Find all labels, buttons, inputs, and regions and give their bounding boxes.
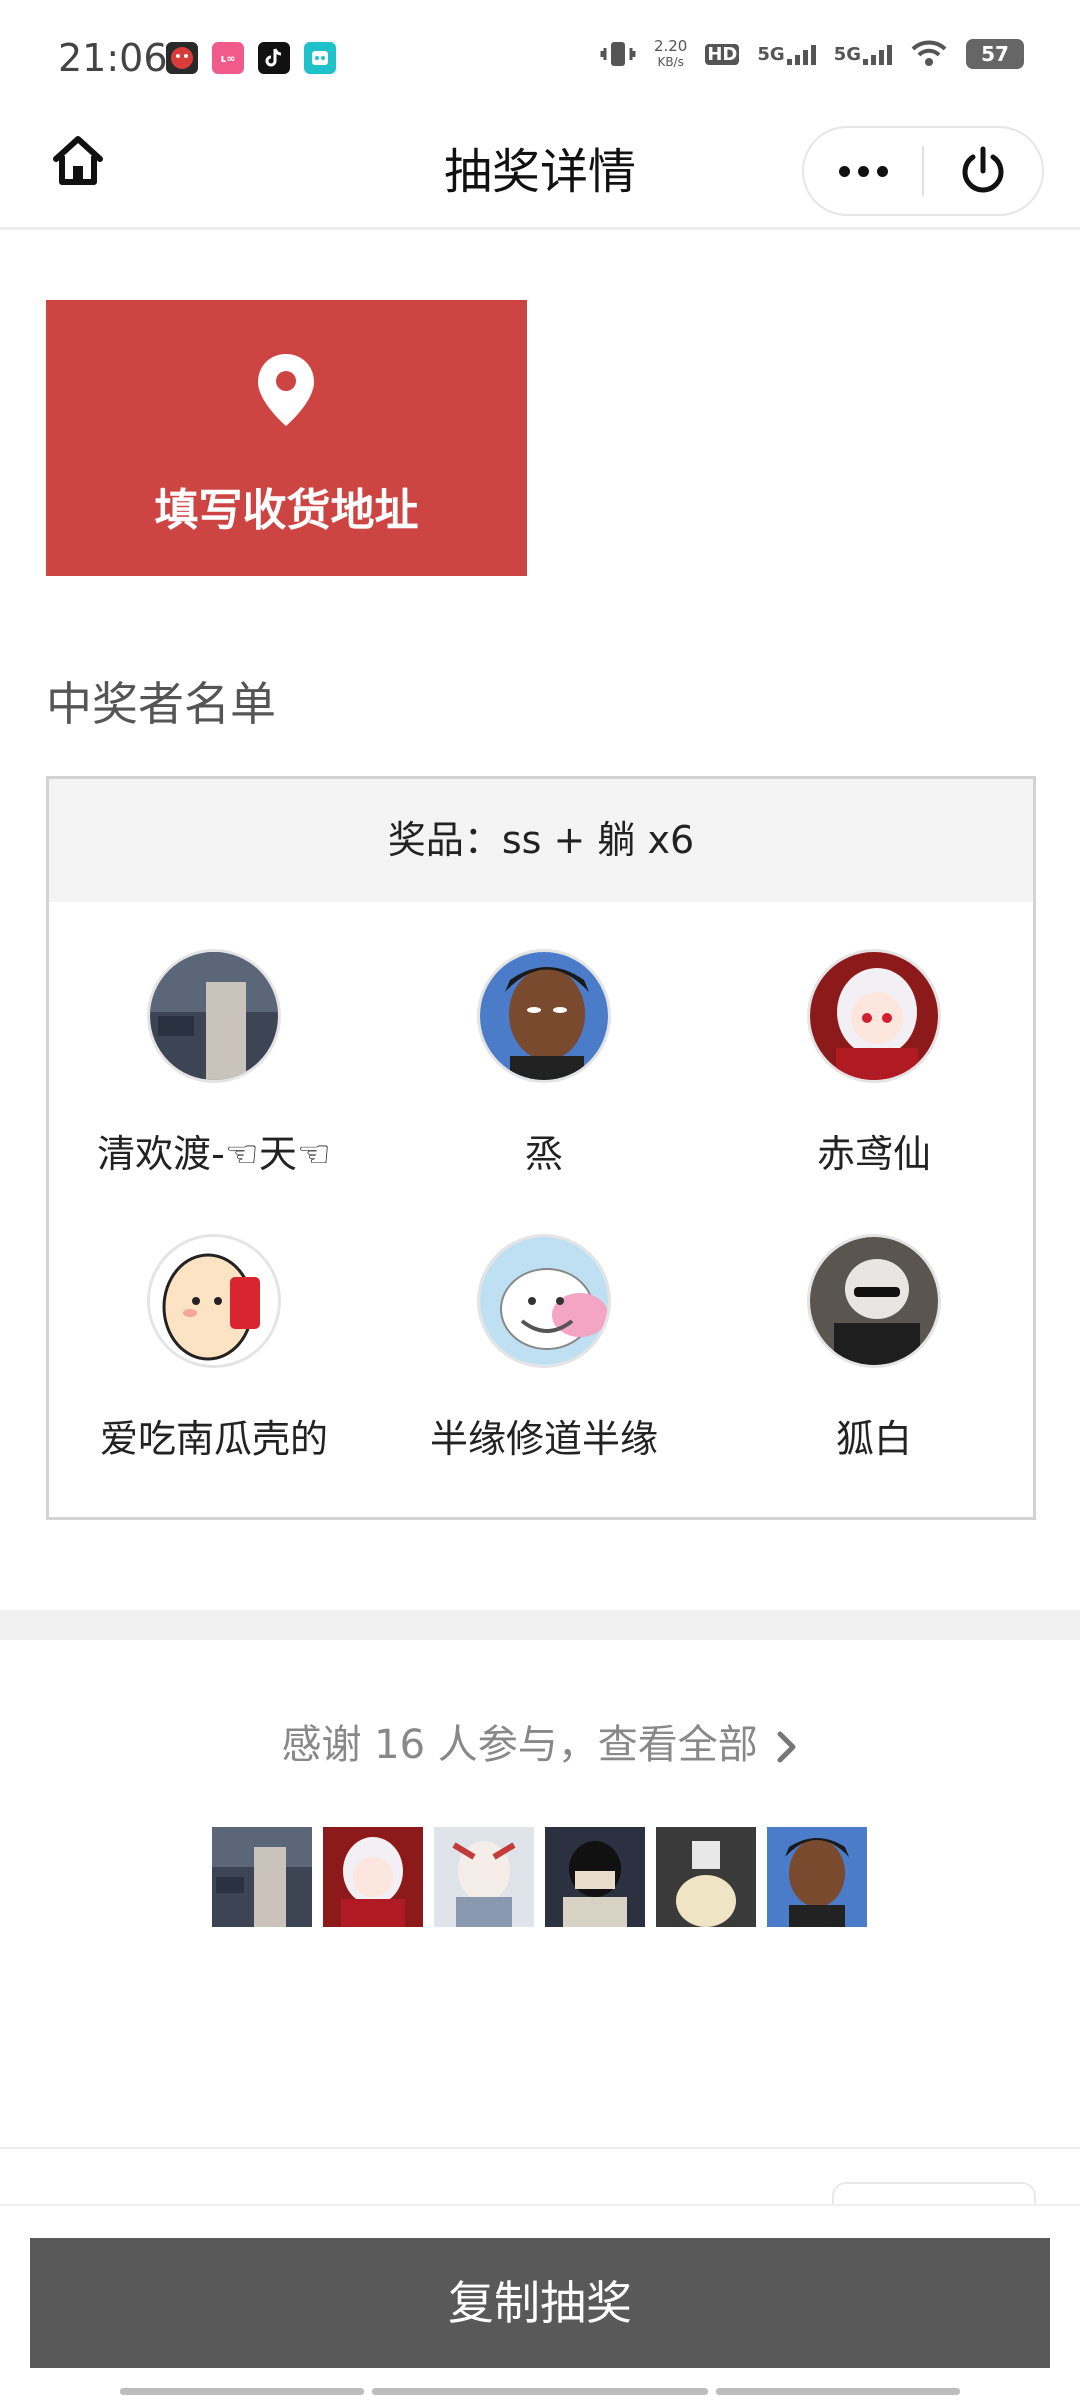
wifi-icon: [911, 40, 947, 66]
net-speed: 2.20 KB/s: [654, 38, 687, 70]
winner-item[interactable]: 半缘修道半缘: [379, 1234, 709, 1463]
participant-avatar[interactable]: [212, 1827, 312, 1927]
winner-item[interactable]: 爱吃南瓜壳的: [49, 1234, 379, 1463]
winner-name: 烝: [524, 1132, 563, 1176]
winner-item[interactable]: 烝: [379, 949, 709, 1178]
participant-avatar[interactable]: [434, 1827, 534, 1927]
winner-name: 清欢渡-☜天☜: [97, 1132, 331, 1176]
winner-item[interactable]: 狐白: [709, 1234, 1039, 1463]
avatar: [477, 1234, 611, 1368]
mini-program-capsule: [802, 126, 1044, 216]
winner-name: 赤鸢仙: [816, 1132, 931, 1176]
gesture-bar: [120, 2388, 364, 2395]
signal-bars-icon: [786, 43, 816, 65]
home-icon: [53, 136, 103, 185]
avatar: [147, 1234, 281, 1368]
copy-lottery-button[interactable]: 复制抽奖: [30, 2238, 1050, 2368]
participant-avatar[interactable]: [545, 1827, 645, 1927]
gesture-bar: [372, 2388, 708, 2395]
status-app-icons: ʟ∞: [166, 42, 336, 74]
section-divider: [0, 1610, 1080, 1640]
power-icon: [962, 146, 1004, 193]
footer-divider: [0, 2147, 1080, 2149]
status-bar: 21:06 ʟ∞ 2.20 KB/s HD 5G 5G 57: [0, 0, 1080, 116]
tiktok-icon: [258, 42, 290, 74]
location-pin-icon: [258, 354, 314, 426]
vibrate-icon: [600, 42, 636, 66]
participant-avatar[interactable]: [323, 1827, 423, 1927]
hd-badge: HD: [705, 43, 740, 65]
sim2-label: 5G: [833, 44, 861, 65]
avatar: [147, 949, 281, 1083]
participant-thumbnails: [212, 1827, 867, 1927]
home-button[interactable]: [42, 124, 114, 196]
participants-thanks-text: 感谢 16 人参与，查看全部: [281, 1722, 758, 1768]
chevron-right-icon: [777, 1731, 796, 1763]
prize-header: 奖品：ss + 躺 x6: [49, 779, 1033, 902]
app-icon-pink: ʟ∞: [212, 42, 244, 74]
fill-address-card[interactable]: 填写收货地址: [46, 300, 527, 576]
app-icon-teal: [304, 42, 336, 74]
more-button[interactable]: [804, 126, 922, 216]
participant-avatar[interactable]: [656, 1827, 756, 1927]
signal-bars-icon: [863, 43, 892, 65]
view-all-participants-link[interactable]: 感谢 16 人参与，查看全部: [0, 1712, 1080, 1770]
hd-label: HD: [705, 43, 740, 65]
signal-sim2: 5G: [834, 43, 892, 65]
participant-avatar[interactable]: [767, 1827, 867, 1927]
net-speed-value: 2.20: [653, 37, 688, 55]
net-speed-unit: KB/s: [657, 55, 684, 69]
system-indicators: 2.20 KB/s HD 5G 5G 57: [600, 38, 1024, 70]
winners-list: 奖品：ss + 躺 x6 清欢渡-☜天☜ 烝 赤鸢仙 爱吃南瓜壳的 半缘修道半缘: [46, 776, 1036, 1520]
more-icon: [838, 165, 888, 177]
battery-level: 57: [981, 42, 1009, 66]
winner-item[interactable]: 清欢渡-☜天☜: [49, 949, 379, 1178]
close-mini-program-button[interactable]: [924, 126, 1042, 216]
winners-section-title: 中奖者名单: [46, 677, 276, 731]
winner-name: 半缘修道半缘: [429, 1417, 658, 1461]
battery-icon: 57: [966, 39, 1024, 69]
signal-sim1: 5G: [757, 43, 816, 65]
winner-name: 狐白: [835, 1417, 912, 1461]
winner-name: 爱吃南瓜壳的: [99, 1417, 328, 1461]
fill-address-label: 填写收货地址: [154, 485, 419, 536]
avatar: [807, 949, 941, 1083]
sim1-label: 5G: [757, 44, 785, 65]
winner-item[interactable]: 赤鸢仙: [709, 949, 1039, 1178]
app-icon-red-mascot: [166, 42, 198, 74]
nav-bar: 抽奖详情: [0, 116, 1080, 230]
avatar: [807, 1234, 941, 1368]
avatar: [477, 949, 611, 1083]
gesture-bar: [716, 2388, 960, 2395]
status-time: 21:06: [58, 36, 168, 80]
